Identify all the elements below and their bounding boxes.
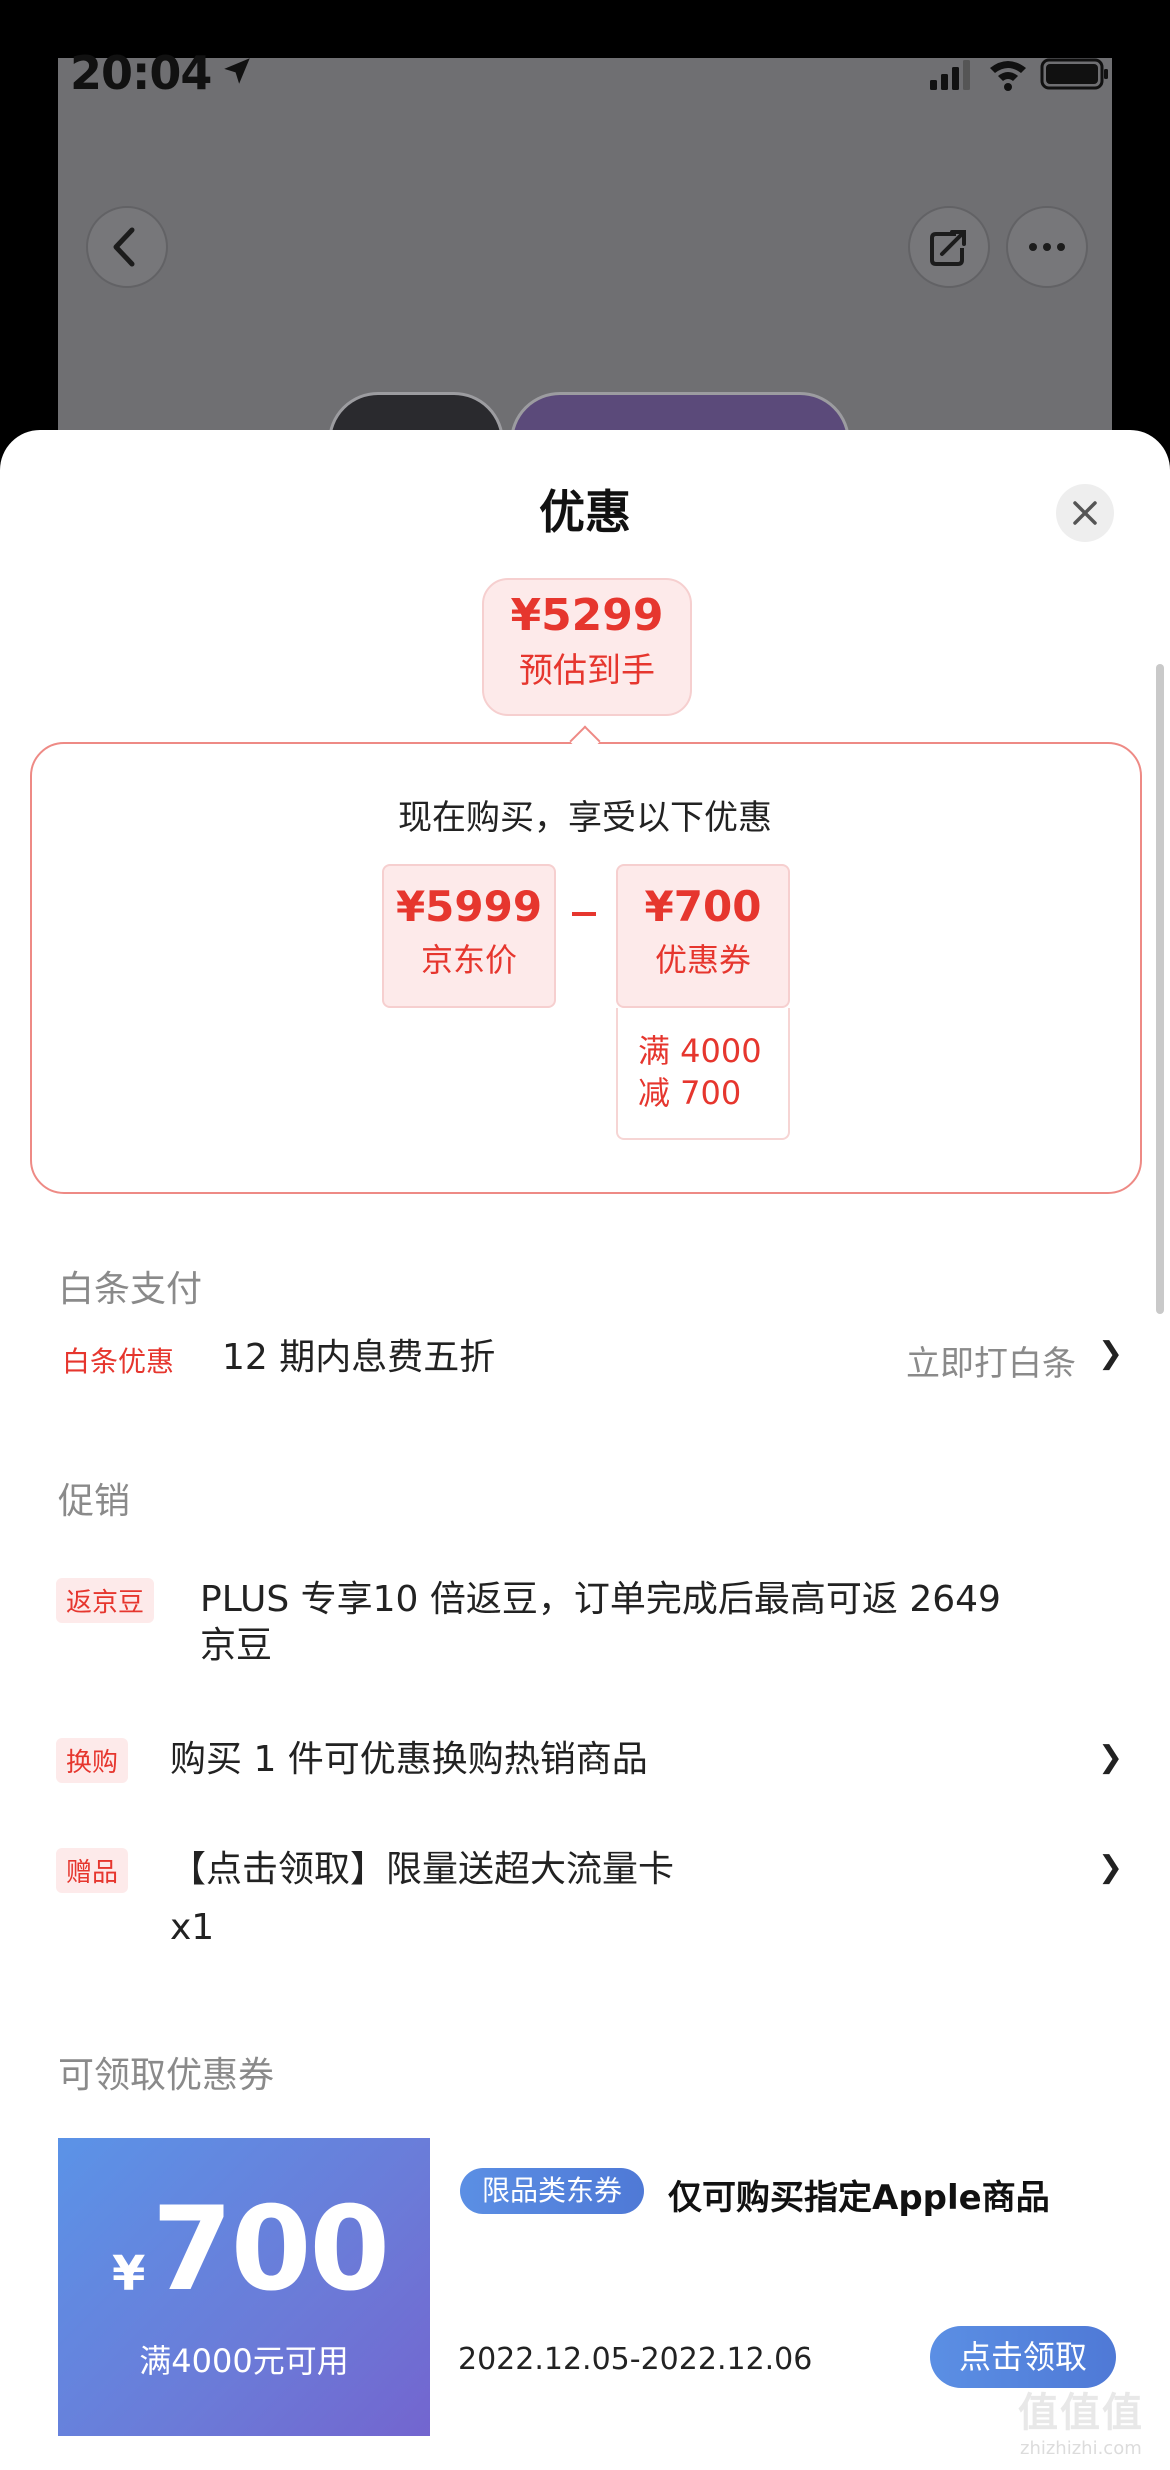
promo-quantity: x1 [170, 1907, 215, 1948]
promo-item-gift[interactable]: 赠品 【点击领取】限量送超大流量卡 x1 ❯ [0, 1846, 1170, 1956]
coupon-perforation [52, 2138, 64, 2436]
baitiao-row[interactable]: 白条优惠 12 期内息费五折 立即打白条 ❯ [0, 1330, 1170, 1390]
watermark-logo: 值值值 [1018, 2390, 1144, 2436]
jd-price-label: 京东价 [420, 941, 517, 979]
chevron-left-icon [113, 227, 135, 267]
chevron-right-icon: ❯ [1098, 1740, 1124, 1775]
promo-text: 购买 1 件可优惠换购热销商品 [170, 1739, 648, 1780]
promo-item-fanjingdou: 返京豆 PLUS 专享10 倍返豆，订单完成后最高可返 2649 京豆 [0, 1576, 1170, 1676]
baitiao-text: 12 期内息费五折 [222, 1337, 496, 1378]
coupon-title: 仅可购买指定Apple商品 [668, 2178, 1050, 2218]
coupon-amount: 700 [152, 2182, 390, 2317]
chevron-right-icon: ❯ [1098, 1850, 1124, 1885]
promo-tag: 赠品 [56, 1848, 129, 1893]
promo-tag: 换购 [56, 1738, 129, 1783]
coupon-condition-line1: 满 4000 [638, 1032, 762, 1070]
close-icon [1073, 501, 1097, 525]
share-button[interactable] [908, 206, 990, 288]
estimated-price-tag: ¥5299 预估到手 [482, 578, 692, 716]
signal-wifi-battery-icon [930, 58, 1108, 91]
chevron-right-icon: ❯ [1098, 1336, 1124, 1371]
back-button[interactable] [86, 206, 168, 288]
coupon-condition-line2: 减 700 [638, 1074, 742, 1112]
coupon-price: ¥700 [644, 882, 762, 931]
promo-text-line1: PLUS 专享10 倍返豆，订单完成后最高可返 2649 [200, 1579, 1001, 1620]
promo-text-line2: 京豆 [200, 1625, 273, 1666]
coupon-validity-date: 2022.12.05-2022.12.06 [458, 2342, 813, 2377]
baitiao-heading: 白条支付 [58, 1269, 203, 1310]
promo-tag: 返京豆 [56, 1578, 155, 1623]
coupon-condition: 满 4000 减 700 [616, 1008, 790, 1140]
promo-text: 【点击领取】限量送超大流量卡 [170, 1849, 675, 1890]
estimated-price-label: 预估到手 [519, 651, 655, 691]
sheet-title: 优惠 [539, 485, 631, 539]
promo-heading: 促销 [58, 1481, 131, 1522]
estimated-price: ¥5299 [510, 590, 664, 641]
coupon-price-box: ¥700 优惠券 [616, 864, 790, 1008]
scrollbar[interactable] [1156, 664, 1164, 1314]
jd-price-box: ¥5999 京东价 [382, 864, 556, 1008]
coupon-currency: ¥ [112, 2246, 146, 2302]
location-arrow-icon [220, 54, 254, 92]
coupon-price-label: 优惠券 [654, 941, 751, 979]
status-icons [930, 56, 1110, 96]
promo-item-huangou[interactable]: 换购 购买 1 件可优惠换购热销商品 ❯ [0, 1736, 1170, 1792]
close-button[interactable] [1056, 484, 1114, 542]
coupons-heading: 可领取优惠券 [58, 2055, 275, 2096]
more-button[interactable] [1006, 206, 1088, 288]
more-dots-icon [1029, 243, 1065, 251]
baitiao-tag: 白条优惠 [62, 1345, 175, 1378]
jd-price: ¥5999 [395, 882, 543, 931]
baitiao-action[interactable]: 立即打白条 [906, 1336, 1076, 1385]
coupon-type-badge: 限品类东券 [460, 2168, 645, 2214]
coupon-condition-text: 满4000元可用 [139, 2342, 349, 2380]
watermark-url: zhizhizhi.com [1020, 2438, 1142, 2459]
share-icon [930, 230, 966, 266]
status-time: 20:04 [70, 46, 212, 100]
minus-sign [572, 912, 596, 916]
claim-coupon-button[interactable]: 点击领取 [930, 2326, 1116, 2388]
breakdown-title: 现在购买，享受以下优惠 [398, 798, 772, 838]
